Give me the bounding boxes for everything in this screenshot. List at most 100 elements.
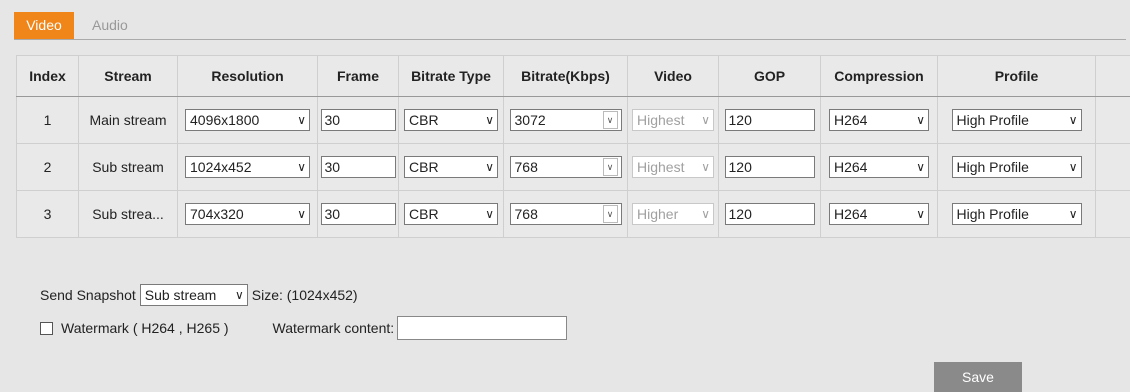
header-index: Index (16, 55, 79, 97)
cell-stream: Sub stream (78, 143, 178, 191)
compression-select[interactable]: H264 ∨ (829, 203, 929, 225)
bitrate-select[interactable]: 3072 ∨ (509, 109, 622, 131)
cell-spacer (1095, 143, 1130, 191)
chevron-down-icon: ∨ (1068, 160, 1078, 174)
bitrate-select[interactable]: 768 ∨ (509, 203, 622, 225)
tab-audio[interactable]: Audio (86, 12, 134, 39)
chevron-down-icon: ∨ (485, 113, 494, 127)
video-quality-value: Highest (637, 112, 685, 128)
chevron-down-icon: ∨ (701, 160, 710, 174)
cell-gop: 120 (718, 96, 821, 144)
cell-compression: H264 ∨ (820, 143, 938, 191)
header-compression: Compression (820, 55, 938, 97)
resolution-value: 4096x1800 (190, 112, 260, 128)
header-video: Video (627, 55, 719, 97)
bitrate-select[interactable]: 768 ∨ (509, 156, 622, 178)
compression-select[interactable]: H264 ∨ (829, 156, 929, 178)
save-button[interactable]: Save (934, 362, 1022, 392)
compression-value: H264 (834, 159, 868, 175)
header-resolution: Resolution (177, 55, 318, 97)
cell-frame: 30 (317, 96, 399, 144)
video-quality-select[interactable]: Highest ∨ (632, 156, 714, 178)
snapshot-stream-value: Sub stream (144, 287, 217, 303)
cell-resolution: 1024x452 ∨ (177, 143, 318, 191)
video-quality-select[interactable]: Highest ∨ (632, 109, 714, 131)
cell-bitrate: 768 ∨ (503, 143, 628, 191)
watermark-label: Watermark ( H264 , H265 ) (61, 320, 229, 336)
cell-spacer (1095, 190, 1130, 238)
chevron-down-icon: ∨ (1068, 113, 1078, 127)
cell-stream: Sub strea... (78, 190, 178, 238)
cell-resolution: 704x320 ∨ (177, 190, 318, 238)
header-stream: Stream (78, 55, 178, 97)
chevron-down-icon: ∨ (602, 111, 618, 129)
resolution-select[interactable]: 1024x452 ∨ (185, 156, 310, 178)
bitrate-type-value: CBR (409, 159, 439, 175)
cell-video: Highest ∨ (627, 143, 719, 191)
gop-input[interactable]: 120 (724, 156, 815, 178)
watermark-checkbox[interactable] (40, 321, 53, 335)
frame-input[interactable]: 30 (320, 109, 396, 131)
snapshot-row: Send Snapshot Sub stream ∨ Size: (1024x4… (40, 284, 358, 306)
chevron-down-icon: ∨ (602, 158, 618, 176)
cell-profile: High Profile ∨ (937, 143, 1096, 191)
chevron-down-icon: ∨ (916, 207, 925, 221)
bitrate-type-select[interactable]: CBR ∨ (404, 109, 498, 131)
stream-settings-table: Index Stream Resolution Frame Bitrate Ty… (16, 55, 1130, 238)
tab-bar: Video Audio (14, 10, 1130, 40)
chevron-down-icon: ∨ (602, 205, 618, 223)
profile-value: High Profile (956, 159, 1029, 175)
header-frame: Frame (317, 55, 399, 97)
bitrate-type-select[interactable]: CBR ∨ (404, 203, 498, 225)
video-quality-value: Highest (637, 159, 685, 175)
chevron-down-icon: ∨ (234, 288, 244, 302)
gop-input[interactable]: 120 (724, 109, 815, 131)
tab-video[interactable]: Video (14, 12, 74, 39)
snapshot-stream-select[interactable]: Sub stream ∨ (139, 284, 248, 306)
compression-select[interactable]: H264 ∨ (829, 109, 929, 131)
cell-frame: 30 (317, 143, 399, 191)
bitrate-value: 768 (514, 206, 538, 222)
cell-bitrate-type: CBR ∨ (398, 96, 504, 144)
table-header-row: Index Stream Resolution Frame Bitrate Ty… (16, 55, 1130, 97)
chevron-down-icon: ∨ (297, 207, 306, 221)
cell-bitrate-type: CBR ∨ (398, 190, 504, 238)
video-quality-select[interactable]: Higher ∨ (632, 203, 714, 225)
watermark-content-input[interactable] (397, 316, 568, 340)
resolution-value: 1024x452 (190, 159, 252, 175)
bitrate-value: 768 (514, 159, 538, 175)
resolution-select[interactable]: 4096x1800 ∨ (185, 109, 310, 131)
chevron-down-icon: ∨ (485, 160, 494, 174)
chevron-down-icon: ∨ (701, 113, 710, 127)
snapshot-label: Send Snapshot (40, 287, 136, 303)
watermark-row: Watermark ( H264 , H265 ) Watermark cont… (40, 316, 568, 340)
frame-input[interactable]: 30 (320, 156, 396, 178)
bitrate-type-select[interactable]: CBR ∨ (404, 156, 498, 178)
profile-value: High Profile (956, 112, 1029, 128)
cell-index: 2 (16, 143, 79, 191)
cell-video: Highest ∨ (627, 96, 719, 144)
chevron-down-icon: ∨ (297, 160, 306, 174)
cell-gop: 120 (718, 143, 821, 191)
cell-bitrate-type: CBR ∨ (398, 143, 504, 191)
compression-value: H264 (834, 112, 868, 128)
cell-profile: High Profile ∨ (937, 96, 1096, 144)
compression-value: H264 (834, 206, 868, 222)
profile-select[interactable]: High Profile ∨ (951, 109, 1082, 131)
gop-input[interactable]: 120 (724, 203, 815, 225)
cell-frame: 30 (317, 190, 399, 238)
cell-bitrate: 768 ∨ (503, 190, 628, 238)
chevron-down-icon: ∨ (297, 113, 306, 127)
snapshot-size: Size: (1024x452) (251, 287, 358, 303)
video-quality-value: Higher (637, 206, 679, 222)
profile-select[interactable]: High Profile ∨ (951, 156, 1082, 178)
profile-value: High Profile (956, 206, 1029, 222)
bitrate-value: 3072 (514, 112, 546, 128)
frame-input[interactable]: 30 (320, 203, 396, 225)
header-bitrate: Bitrate(Kbps) (503, 55, 628, 97)
cell-index: 3 (16, 190, 79, 238)
cell-compression: H264 ∨ (820, 190, 938, 238)
resolution-value: 704x320 (190, 206, 244, 222)
resolution-select[interactable]: 704x320 ∨ (185, 203, 310, 225)
profile-select[interactable]: High Profile ∨ (951, 203, 1082, 225)
